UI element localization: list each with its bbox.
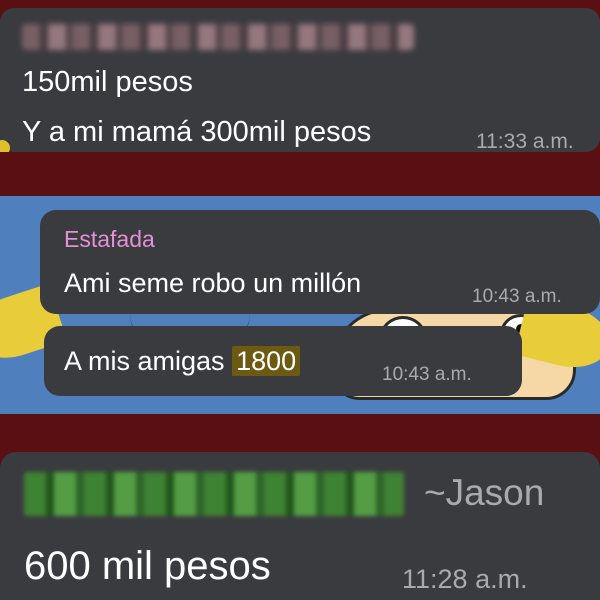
sender-name[interactable]: Estafada (64, 226, 155, 253)
message-text: A mis amigas 1800 (64, 346, 301, 377)
message-bubble[interactable]: 150mil pesos Y a mi mamá 300mil pesos 11… (0, 8, 600, 152)
highlighted-number: 1800 (232, 346, 301, 376)
message-bubble[interactable]: A mis amigas 1800 10:43 a.m. (44, 326, 522, 396)
message-text-line-1: 150mil pesos (22, 66, 193, 98)
sender-alias: ~Jason (424, 472, 545, 513)
message-text: 600 mil pesos (24, 544, 271, 588)
message-timestamp: 10:43 a.m. (382, 364, 472, 385)
message-text-prefix: A mis amigas (64, 346, 233, 376)
screenshot-panel-middle: Estafada Ami seme robo un millón 10:43 a… (0, 196, 600, 414)
message-text-line-2: Y a mi mamá 300mil pesos (22, 116, 372, 148)
message-bubble[interactable]: Estafada Ami seme robo un millón 10:43 a… (40, 210, 600, 314)
screenshot-panel-top: 150mil pesos Y a mi mamá 300mil pesos 11… (0, 0, 600, 152)
message-text: Ami seme robo un millón (64, 268, 362, 298)
message-bubble[interactable]: ~Jason 600 mil pesos 11:28 a.m. (0, 452, 600, 600)
redacted-sender-name (22, 24, 414, 50)
message-timestamp: 11:33 a.m. (476, 130, 574, 152)
message-timestamp: 10:43 a.m. (472, 286, 562, 307)
redacted-phone-number (24, 472, 404, 516)
message-timestamp: 11:28 a.m. (402, 564, 528, 594)
screenshot-panel-bottom: ~Jason 600 mil pesos 11:28 a.m. (0, 442, 600, 600)
